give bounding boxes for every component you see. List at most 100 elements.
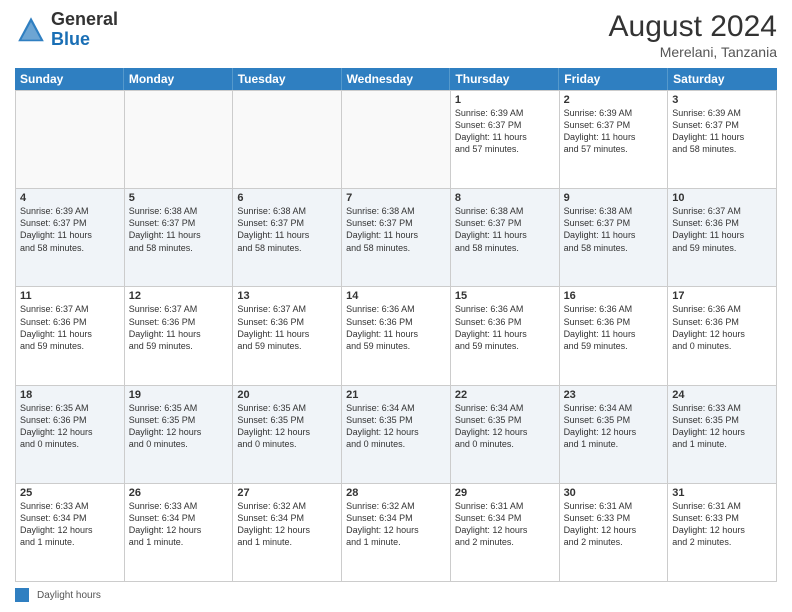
- day-info: Sunrise: 6:38 AM Sunset: 6:37 PM Dayligh…: [564, 205, 664, 254]
- logo-icon: [15, 14, 47, 46]
- day-info: Sunrise: 6:37 AM Sunset: 6:36 PM Dayligh…: [129, 303, 229, 352]
- day-info: Sunrise: 6:35 AM Sunset: 6:35 PM Dayligh…: [237, 402, 337, 451]
- calendar-cell-28: 28Sunrise: 6:32 AM Sunset: 6:34 PM Dayli…: [342, 484, 451, 582]
- calendar-cell-2: 2Sunrise: 6:39 AM Sunset: 6:37 PM Daylig…: [560, 91, 669, 189]
- day-number: 10: [672, 192, 772, 204]
- calendar-cell-31: 31Sunrise: 6:31 AM Sunset: 6:33 PM Dayli…: [668, 484, 777, 582]
- calendar-body: 1Sunrise: 6:39 AM Sunset: 6:37 PM Daylig…: [15, 90, 777, 582]
- day-info: Sunrise: 6:38 AM Sunset: 6:37 PM Dayligh…: [346, 205, 446, 254]
- day-info: Sunrise: 6:37 AM Sunset: 6:36 PM Dayligh…: [237, 303, 337, 352]
- header-day-monday: Monday: [124, 68, 233, 90]
- day-info: Sunrise: 6:33 AM Sunset: 6:35 PM Dayligh…: [672, 402, 772, 451]
- calendar-cell-3: 3Sunrise: 6:39 AM Sunset: 6:37 PM Daylig…: [668, 91, 777, 189]
- calendar-cell-15: 15Sunrise: 6:36 AM Sunset: 6:36 PM Dayli…: [451, 287, 560, 385]
- day-number: 20: [237, 389, 337, 401]
- day-number: 18: [20, 389, 120, 401]
- header-day-friday: Friday: [559, 68, 668, 90]
- day-info: Sunrise: 6:39 AM Sunset: 6:37 PM Dayligh…: [455, 107, 555, 156]
- day-number: 14: [346, 290, 446, 302]
- day-number: 23: [564, 389, 664, 401]
- day-number: 2: [564, 94, 664, 106]
- calendar-cell-20: 20Sunrise: 6:35 AM Sunset: 6:35 PM Dayli…: [233, 386, 342, 484]
- day-number: 12: [129, 290, 229, 302]
- calendar-cell-27: 27Sunrise: 6:32 AM Sunset: 6:34 PM Dayli…: [233, 484, 342, 582]
- calendar-header: SundayMondayTuesdayWednesdayThursdayFrid…: [15, 68, 777, 90]
- day-info: Sunrise: 6:37 AM Sunset: 6:36 PM Dayligh…: [672, 205, 772, 254]
- calendar-week-3: 11Sunrise: 6:37 AM Sunset: 6:36 PM Dayli…: [16, 287, 777, 385]
- day-info: Sunrise: 6:36 AM Sunset: 6:36 PM Dayligh…: [564, 303, 664, 352]
- day-number: 26: [129, 487, 229, 499]
- day-info: Sunrise: 6:31 AM Sunset: 6:33 PM Dayligh…: [672, 500, 772, 549]
- day-info: Sunrise: 6:36 AM Sunset: 6:36 PM Dayligh…: [672, 303, 772, 352]
- calendar-week-2: 4Sunrise: 6:39 AM Sunset: 6:37 PM Daylig…: [16, 189, 777, 287]
- day-info: Sunrise: 6:36 AM Sunset: 6:36 PM Dayligh…: [455, 303, 555, 352]
- logo-text: General Blue: [51, 10, 118, 50]
- day-number: 6: [237, 192, 337, 204]
- calendar-cell-11: 11Sunrise: 6:37 AM Sunset: 6:36 PM Dayli…: [16, 287, 125, 385]
- day-number: 9: [564, 192, 664, 204]
- calendar-cell-24: 24Sunrise: 6:33 AM Sunset: 6:35 PM Dayli…: [668, 386, 777, 484]
- page: General Blue August 2024 Merelani, Tanza…: [0, 0, 792, 612]
- day-number: 22: [455, 389, 555, 401]
- header-day-wednesday: Wednesday: [342, 68, 451, 90]
- calendar-cell-13: 13Sunrise: 6:37 AM Sunset: 6:36 PM Dayli…: [233, 287, 342, 385]
- legend-label: Daylight hours: [37, 590, 101, 601]
- day-number: 15: [455, 290, 555, 302]
- day-info: Sunrise: 6:35 AM Sunset: 6:35 PM Dayligh…: [129, 402, 229, 451]
- logo-blue: Blue: [51, 29, 90, 49]
- day-info: Sunrise: 6:37 AM Sunset: 6:36 PM Dayligh…: [20, 303, 120, 352]
- calendar-cell-9: 9Sunrise: 6:38 AM Sunset: 6:37 PM Daylig…: [560, 189, 669, 287]
- day-info: Sunrise: 6:34 AM Sunset: 6:35 PM Dayligh…: [564, 402, 664, 451]
- day-number: 16: [564, 290, 664, 302]
- legend-color-box: [15, 588, 29, 602]
- calendar-week-4: 18Sunrise: 6:35 AM Sunset: 6:36 PM Dayli…: [16, 386, 777, 484]
- calendar-week-1: 1Sunrise: 6:39 AM Sunset: 6:37 PM Daylig…: [16, 91, 777, 189]
- calendar-cell-18: 18Sunrise: 6:35 AM Sunset: 6:36 PM Dayli…: [16, 386, 125, 484]
- footer: Daylight hours: [15, 588, 777, 602]
- header-day-thursday: Thursday: [450, 68, 559, 90]
- day-info: Sunrise: 6:33 AM Sunset: 6:34 PM Dayligh…: [20, 500, 120, 549]
- calendar-cell-1: 1Sunrise: 6:39 AM Sunset: 6:37 PM Daylig…: [451, 91, 560, 189]
- title-block: August 2024 Merelani, Tanzania: [609, 10, 777, 60]
- calendar-cell-empty-0-0: [16, 91, 125, 189]
- day-number: 25: [20, 487, 120, 499]
- calendar-cell-19: 19Sunrise: 6:35 AM Sunset: 6:35 PM Dayli…: [125, 386, 234, 484]
- logo: General Blue: [15, 10, 118, 50]
- header-day-sunday: Sunday: [15, 68, 124, 90]
- calendar-cell-8: 8Sunrise: 6:38 AM Sunset: 6:37 PM Daylig…: [451, 189, 560, 287]
- day-info: Sunrise: 6:35 AM Sunset: 6:36 PM Dayligh…: [20, 402, 120, 451]
- month-year: August 2024: [609, 10, 777, 44]
- day-info: Sunrise: 6:33 AM Sunset: 6:34 PM Dayligh…: [129, 500, 229, 549]
- calendar-cell-7: 7Sunrise: 6:38 AM Sunset: 6:37 PM Daylig…: [342, 189, 451, 287]
- day-number: 19: [129, 389, 229, 401]
- day-info: Sunrise: 6:34 AM Sunset: 6:35 PM Dayligh…: [346, 402, 446, 451]
- calendar-cell-10: 10Sunrise: 6:37 AM Sunset: 6:36 PM Dayli…: [668, 189, 777, 287]
- calendar-week-5: 25Sunrise: 6:33 AM Sunset: 6:34 PM Dayli…: [16, 484, 777, 582]
- calendar-cell-26: 26Sunrise: 6:33 AM Sunset: 6:34 PM Dayli…: [125, 484, 234, 582]
- day-number: 21: [346, 389, 446, 401]
- calendar-cell-29: 29Sunrise: 6:31 AM Sunset: 6:34 PM Dayli…: [451, 484, 560, 582]
- day-number: 28: [346, 487, 446, 499]
- calendar-cell-6: 6Sunrise: 6:38 AM Sunset: 6:37 PM Daylig…: [233, 189, 342, 287]
- calendar-cell-12: 12Sunrise: 6:37 AM Sunset: 6:36 PM Dayli…: [125, 287, 234, 385]
- calendar-cell-23: 23Sunrise: 6:34 AM Sunset: 6:35 PM Dayli…: [560, 386, 669, 484]
- day-info: Sunrise: 6:39 AM Sunset: 6:37 PM Dayligh…: [564, 107, 664, 156]
- day-info: Sunrise: 6:39 AM Sunset: 6:37 PM Dayligh…: [672, 107, 772, 156]
- calendar-cell-17: 17Sunrise: 6:36 AM Sunset: 6:36 PM Dayli…: [668, 287, 777, 385]
- calendar-cell-empty-0-3: [342, 91, 451, 189]
- calendar-cell-22: 22Sunrise: 6:34 AM Sunset: 6:35 PM Dayli…: [451, 386, 560, 484]
- calendar-cell-empty-0-2: [233, 91, 342, 189]
- day-info: Sunrise: 6:32 AM Sunset: 6:34 PM Dayligh…: [237, 500, 337, 549]
- day-number: 11: [20, 290, 120, 302]
- day-number: 4: [20, 192, 120, 204]
- header: General Blue August 2024 Merelani, Tanza…: [15, 10, 777, 60]
- day-number: 5: [129, 192, 229, 204]
- day-number: 7: [346, 192, 446, 204]
- header-day-tuesday: Tuesday: [233, 68, 342, 90]
- day-number: 17: [672, 290, 772, 302]
- day-info: Sunrise: 6:31 AM Sunset: 6:33 PM Dayligh…: [564, 500, 664, 549]
- day-info: Sunrise: 6:38 AM Sunset: 6:37 PM Dayligh…: [455, 205, 555, 254]
- calendar-cell-4: 4Sunrise: 6:39 AM Sunset: 6:37 PM Daylig…: [16, 189, 125, 287]
- day-info: Sunrise: 6:31 AM Sunset: 6:34 PM Dayligh…: [455, 500, 555, 549]
- calendar-cell-16: 16Sunrise: 6:36 AM Sunset: 6:36 PM Dayli…: [560, 287, 669, 385]
